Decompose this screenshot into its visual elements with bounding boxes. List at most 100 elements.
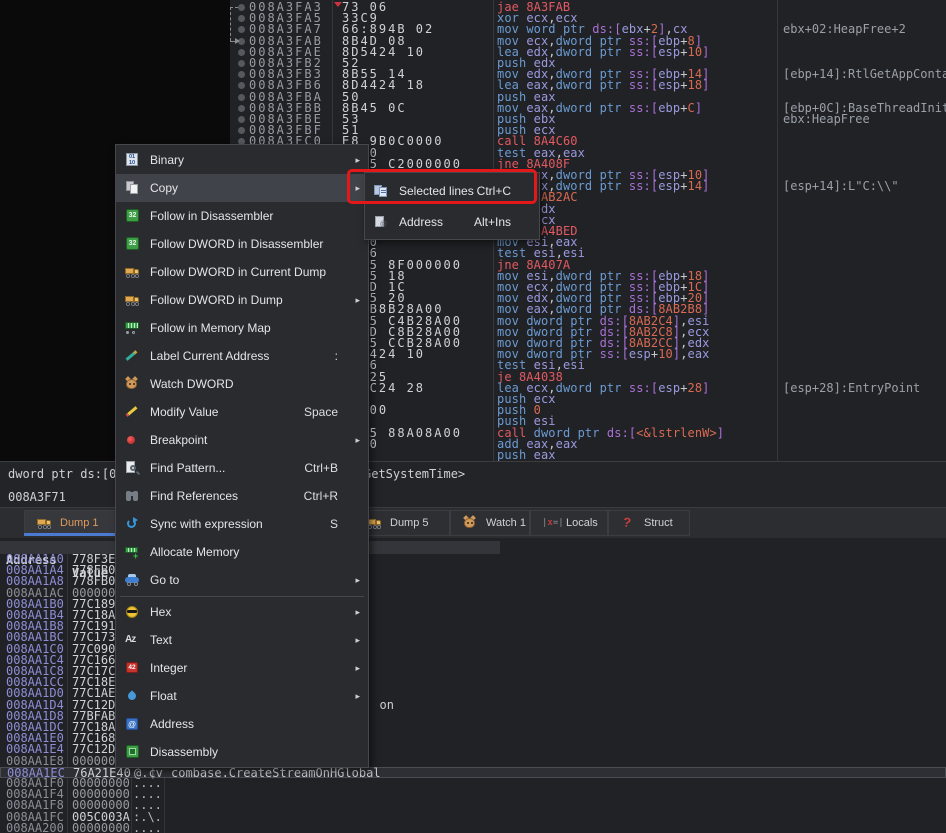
instruction-comment: [esp+14]:L"C:\\": [783, 181, 899, 192]
menu-item-label: Modify Value: [150, 405, 218, 419]
disasm-row[interactable]: 008A3FBE53push ebxebx:HeapFree: [230, 114, 946, 125]
info-expression: dword ptr ds:[00: [8, 467, 124, 481]
menu-item-follow-dword-in-dump[interactable]: Follow DWORD in Dump▸: [116, 286, 368, 314]
menu-item-label: Hex: [150, 605, 171, 619]
menu-item-hex[interactable]: Hex ▸: [116, 598, 368, 626]
menu-item-disassembly[interactable]: Disassembly: [116, 738, 368, 766]
breakpoint-dot[interactable]: [238, 105, 245, 112]
breakpoint-dot[interactable]: [238, 71, 245, 78]
menu-item-label: Go to: [150, 573, 179, 587]
dump-address: 008AA200: [6, 823, 64, 833]
disassembly-chip-icon: [124, 744, 141, 760]
menu-item-label: Find References: [150, 489, 238, 503]
menu-item-follow-in-memory-map[interactable]: Follow in Memory Map: [116, 314, 368, 342]
submenu-arrow-icon: ▸: [355, 607, 360, 618]
copy-icon: [124, 180, 141, 196]
chip32-icon: 32: [124, 236, 141, 252]
submenu-item-address[interactable]: @AddressAlt+Ins: [365, 206, 539, 237]
breakpoint-dot[interactable]: [238, 116, 245, 123]
jump-taken-icon: [334, 2, 342, 7]
menu-item-find-pattern[interactable]: Find Pattern...Ctrl+B: [116, 454, 368, 482]
breakpoint-dot[interactable]: [238, 49, 245, 56]
menu-item-go-to[interactable]: Go to ▸: [116, 566, 368, 594]
struct-icon: ?: [620, 515, 637, 531]
memory-map-icon: [124, 320, 141, 336]
tab-label: Dump 5: [390, 517, 429, 529]
menu-item-label: Follow in Disassembler: [150, 209, 273, 223]
menu-shortcut: :: [335, 349, 338, 363]
tab-label: Locals: [566, 517, 598, 529]
watch-icon: [124, 376, 141, 392]
menu-shortcut: Ctrl+R: [304, 489, 338, 503]
chip32-icon: 32: [124, 208, 141, 224]
sync-icon: [124, 516, 141, 532]
tab-dump-1[interactable]: Dump 1: [24, 510, 120, 536]
instruction-comment: [esp+28]:EntryPoint: [783, 383, 920, 394]
tab-struct[interactable]: ?Struct: [608, 510, 690, 536]
menu-item-label: Breakpoint: [150, 433, 207, 447]
menu-item-modify-value[interactable]: Modify ValueSpace: [116, 398, 368, 426]
breakpoint-dot[interactable]: [238, 15, 245, 22]
submenu-arrow-icon: ▸: [355, 575, 360, 586]
breakpoint-dot[interactable]: [238, 4, 245, 11]
menu-item-follow-dword-in-disassembler[interactable]: 32 Follow DWORD in Disassembler: [116, 230, 368, 258]
breakpoint-dot[interactable]: [238, 26, 245, 33]
menu-item-breakpoint[interactable]: Breakpoint▸: [116, 426, 368, 454]
tab-label: Watch 1: [486, 517, 526, 529]
disasm-row[interactable]: 008A3FBF51push ecx: [230, 125, 946, 136]
menu-item-follow-dword-in-current-dump[interactable]: Follow DWORD in Current Dump: [116, 258, 368, 286]
breakpoint-dot[interactable]: [238, 82, 245, 89]
menu-item-float[interactable]: Float▸: [116, 682, 368, 710]
highlight-box: [347, 169, 537, 204]
menu-item-find-references[interactable]: Find References Ctrl+R: [116, 482, 368, 510]
submenu-item-label: Address: [399, 215, 443, 229]
breakpoint-dot[interactable]: [238, 60, 245, 67]
find-references-icon: [124, 488, 141, 504]
binary-icon: 01 10: [124, 152, 141, 168]
breakpoint-dot[interactable]: [238, 127, 245, 134]
jump-destination-arrow-icon: [235, 38, 240, 44]
menu-item-integer[interactable]: 42 Integer ▸: [116, 654, 368, 682]
integer-icon: 42: [124, 660, 141, 676]
dump-truck-icon: [36, 515, 53, 531]
tab-watch-1[interactable]: Watch 1: [450, 510, 530, 536]
menu-item-label: Address: [150, 717, 194, 731]
dump-address: 008AA1E8: [6, 756, 64, 767]
instruction-text: push eax: [497, 450, 556, 461]
dump-truck-icon: [124, 292, 141, 308]
menu-item-sync-with-expression[interactable]: Sync with expressionS: [116, 510, 368, 538]
menu-item-allocate-memory[interactable]: +Allocate Memory: [116, 538, 368, 566]
instruction-comment: ebx:HeapFree: [783, 114, 870, 125]
menu-item-text[interactable]: AzText▸: [116, 626, 368, 654]
disasm-row[interactable]: 008A3FA373 06jae 8A3FAB: [230, 2, 946, 13]
menu-item-label: Follow DWORD in Current Dump: [150, 265, 326, 279]
label-address-icon: [124, 348, 141, 364]
menu-item-label: Label Current Address: [150, 349, 269, 363]
menu-item-binary[interactable]: 01 10Binary▸: [116, 146, 368, 174]
menu-item-label-current-address[interactable]: Label Current Address:: [116, 342, 368, 370]
disasm-row[interactable]: 008A3FAE8D5424 10lea edx,dword ptr ss:[e…: [230, 47, 946, 58]
breakpoint-dot[interactable]: [238, 94, 245, 101]
status-address: 008A3F71: [8, 490, 66, 504]
submenu-arrow-icon: ▸: [355, 663, 360, 674]
menu-item-watch-dword[interactable]: Watch DWORD: [116, 370, 368, 398]
menu-item-label: Float: [150, 689, 177, 703]
modify-pencil-icon: [124, 404, 141, 420]
allocate-memory-icon: +: [124, 544, 141, 560]
menu-item-label: Copy: [150, 181, 178, 195]
menu-item-label: Follow DWORD in Disassembler: [150, 237, 323, 251]
info-expression-tail: GetSystemTime>: [364, 467, 465, 481]
dump-row[interactable]: 008AA20000000000....: [0, 823, 946, 833]
submenu-arrow-icon: ▸: [355, 155, 360, 166]
menu-item-label: Find Pattern...: [150, 461, 225, 475]
locals-icon: |x=|: [542, 515, 559, 531]
menu-item-address[interactable]: @Address: [116, 710, 368, 738]
disasm-row[interactable]: 008A3FB68D4424 18lea eax,dword ptr ss:[e…: [230, 80, 946, 91]
menu-item-copy[interactable]: Copy▸: [116, 174, 368, 202]
debugger-window: 008A3FA373 06jae 8A3FAB008A3FA533C9xor e…: [0, 0, 946, 833]
menu-item-label: Integer: [150, 661, 187, 675]
text-icon: Az: [124, 632, 141, 648]
tab-locals[interactable]: |x=| Locals: [530, 510, 608, 536]
menu-item-follow-in-disassembler[interactable]: 32 Follow in Disassembler: [116, 202, 368, 230]
hex-smiley-icon: [124, 604, 141, 620]
